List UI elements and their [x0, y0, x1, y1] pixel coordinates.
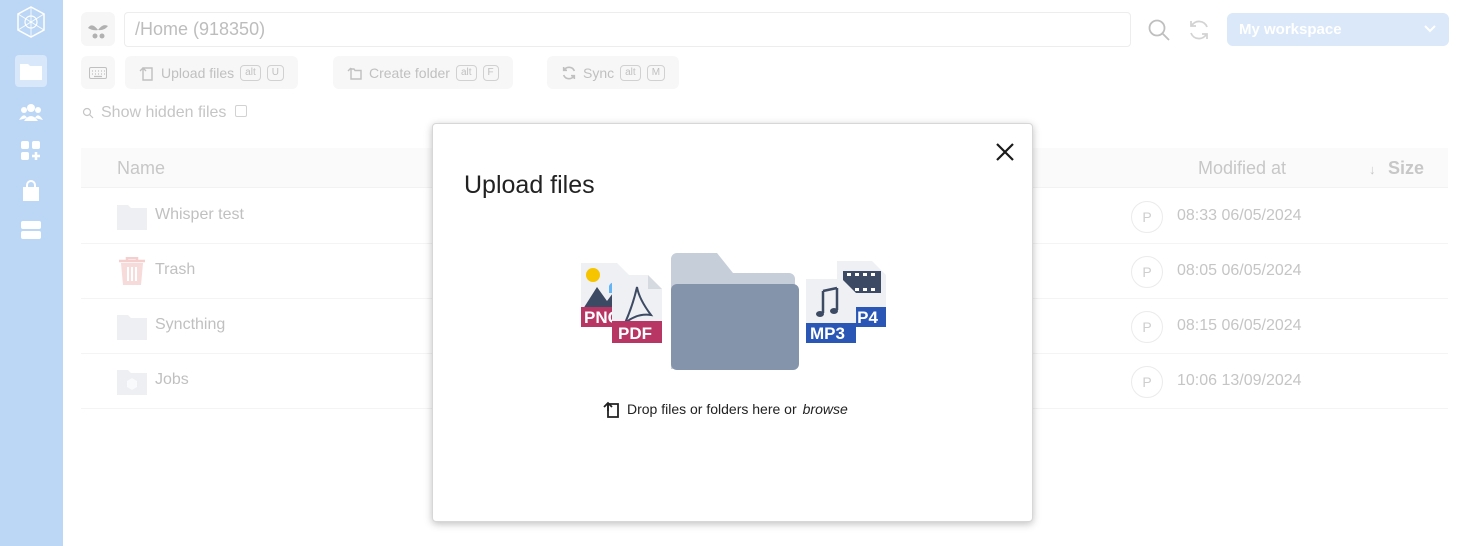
folder-icon: [20, 64, 42, 80]
upload-files-dialog: Upload files PNG PDF MP4 MP3 Drop files …: [432, 123, 1033, 522]
sidebar-item-storage[interactable]: [15, 214, 47, 246]
shopping-bag-icon: [23, 180, 39, 201]
sidebar-item-files[interactable]: [15, 55, 47, 87]
mp3-file-icon: MP3: [806, 279, 856, 343]
close-icon[interactable]: [994, 141, 1016, 163]
drop-text-label: Drop files or folders here or: [627, 401, 797, 417]
upload-illustration[interactable]: PNG PDF MP4 MP3: [579, 251, 889, 371]
browse-link[interactable]: browse: [803, 401, 848, 417]
app-logo-icon[interactable]: [14, 5, 48, 39]
upload-icon: [603, 401, 619, 418]
sidebar: [0, 0, 63, 546]
badge-mp3: MP3: [810, 324, 845, 343]
folder-large-icon: [671, 253, 799, 370]
users-icon: [19, 104, 43, 121]
storage-drive-icon: [21, 221, 41, 239]
sidebar-item-apps[interactable]: [15, 135, 47, 167]
dialog-title: Upload files: [464, 171, 595, 199]
badge-pdf: PDF: [618, 324, 652, 343]
sidebar-item-users[interactable]: [15, 96, 47, 128]
drop-zone[interactable]: Drop files or folders here or browse: [603, 400, 848, 418]
apps-add-icon: [21, 141, 40, 160]
sidebar-item-store[interactable]: [15, 175, 47, 207]
pdf-file-icon: PDF: [612, 275, 662, 343]
